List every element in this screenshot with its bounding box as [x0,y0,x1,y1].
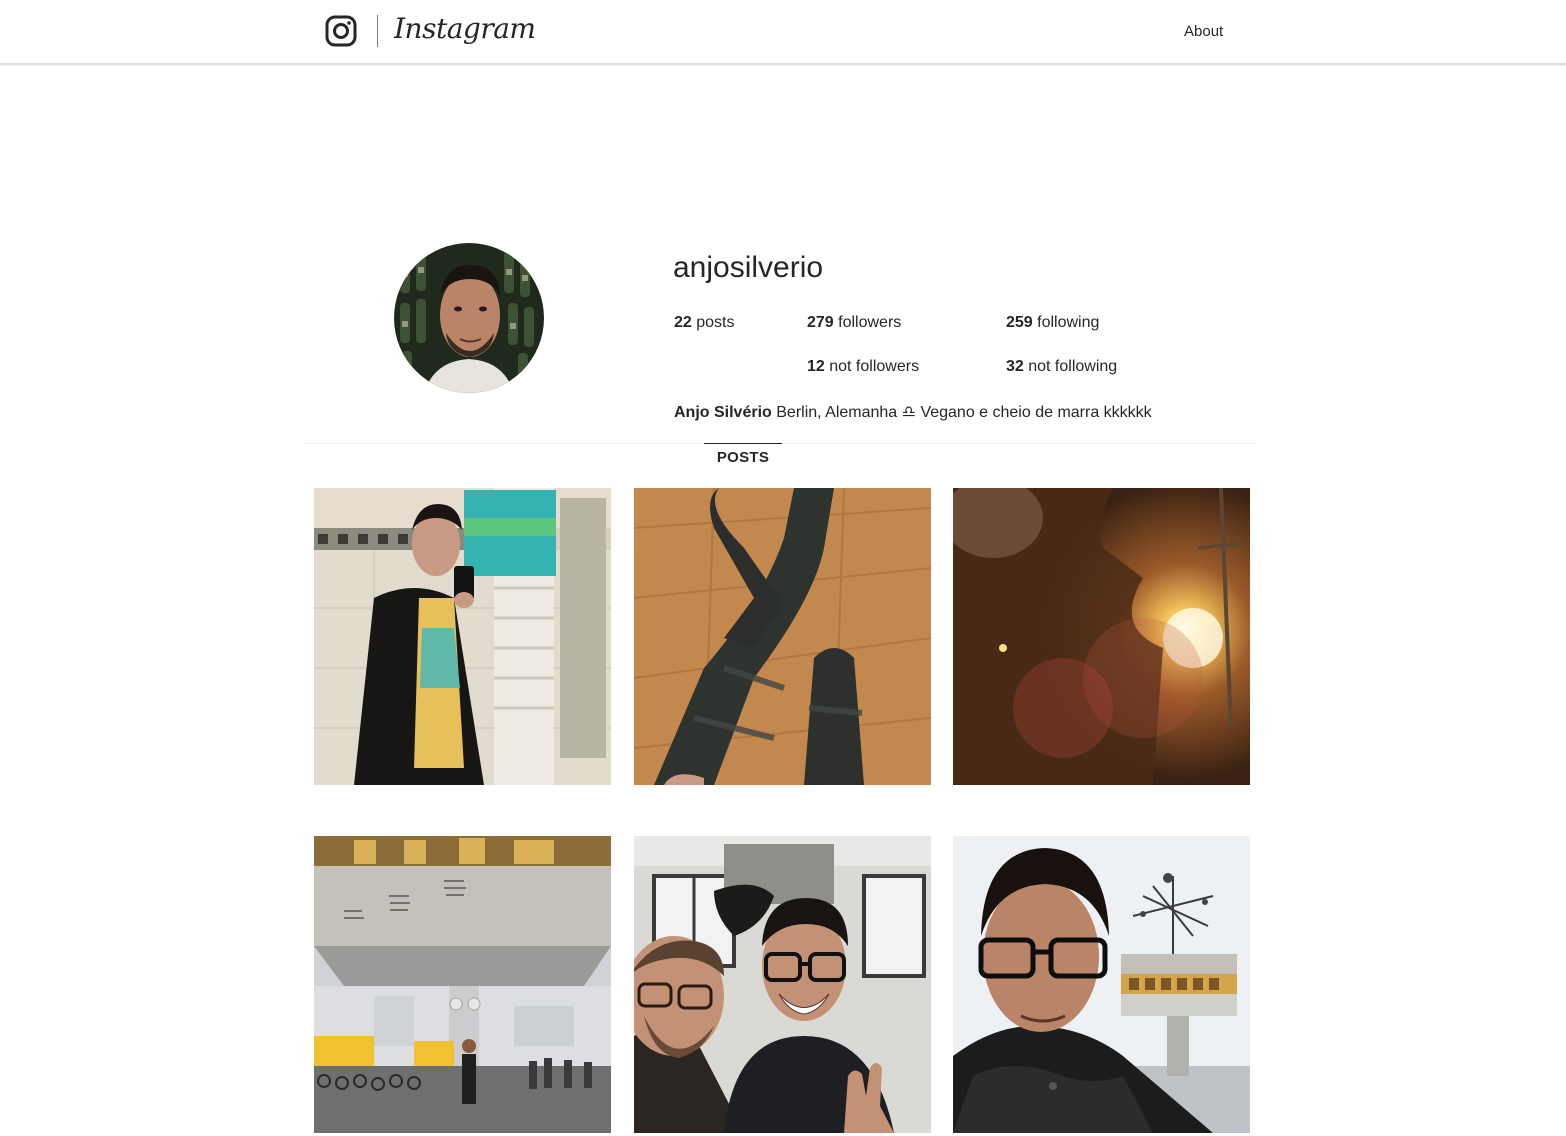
tab-posts[interactable]: POSTS [704,443,782,466]
instagram-wordmark[interactable]: Instagram [394,12,536,45]
posts-count-stat: 22 posts [674,314,734,332]
not-following-count: 32 [1006,358,1024,375]
not-followers-count: 12 [807,358,825,375]
posts-label: posts [691,314,735,331]
profile-full-name: Anjo Silvério [674,404,772,421]
profile-username: anjosilverio [673,251,824,284]
post-thumbnail[interactable] [953,836,1250,1133]
followers-label: followers [833,314,902,331]
post-thumbnail[interactable] [634,488,931,785]
posts-grid [314,488,1250,1136]
not-followers-label: not followers [824,358,920,375]
about-link[interactable]: About [1184,23,1223,40]
post-image [314,836,611,1133]
post-thumbnail[interactable] [634,836,931,1133]
following-label: following [1032,314,1100,331]
not-followers-count-stat[interactable]: 12 not followers [807,358,919,376]
post-thumbnail[interactable] [314,836,611,1133]
following-count: 259 [1006,314,1033,331]
instagram-camera-icon[interactable] [325,15,357,47]
post-image [634,488,931,785]
following-count-stat[interactable]: 259 following [1006,314,1099,332]
post-thumbnail[interactable] [953,488,1250,785]
post-image [953,488,1250,785]
post-image [314,488,611,785]
post-image [953,836,1250,1133]
profile-bio-text: Berlin, Alemanha ♎ Vegano e cheio de mar… [771,404,1152,421]
post-thumbnail[interactable] [314,488,611,785]
not-following-count-stat[interactable]: 32 not following [1006,358,1117,376]
logo-divider [377,15,378,47]
top-navigation-bar: Instagram About [0,0,1566,64]
followers-count-stat[interactable]: 279 followers [807,314,901,332]
profile-bio: Anjo Silvério Berlin, Alemanha ♎ Vegano … [674,402,1152,422]
not-following-label: not following [1023,358,1118,375]
followers-count: 279 [807,314,834,331]
post-image [634,836,931,1133]
posts-count: 22 [674,314,692,331]
profile-avatar [394,243,544,393]
